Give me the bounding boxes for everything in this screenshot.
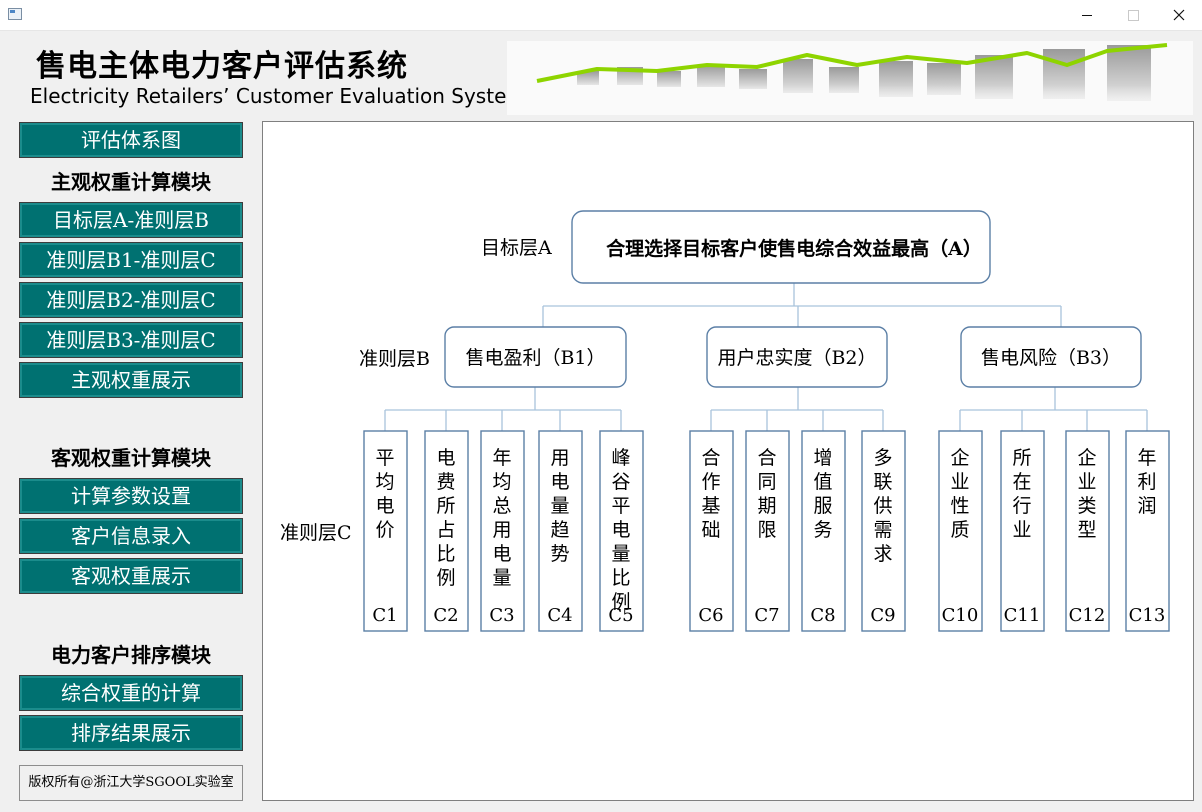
customer-info-entry-button[interactable]: 客户信息录入 bbox=[19, 518, 243, 554]
level-a-label: 目标层A bbox=[481, 237, 552, 259]
app-title-cn: 售电主体电力客户评估系统 bbox=[36, 49, 408, 84]
combined-weight-button[interactable]: 综合权重的计算 bbox=[19, 675, 243, 711]
indicator-code-c2: C2 bbox=[433, 605, 458, 626]
header: 售电主体电力客户评估系统 Electricity Retailers’ Cust… bbox=[0, 31, 1202, 115]
subjective-weight-display-button[interactable]: 主观权重展示 bbox=[19, 362, 243, 398]
indicator-code-c4: C4 bbox=[547, 605, 572, 626]
objective-weight-display-button[interactable]: 客观权重展示 bbox=[19, 558, 243, 594]
calc-params-button[interactable]: 计算参数设置 bbox=[19, 478, 243, 514]
indicator-text-c4: 用电量趋势 bbox=[550, 447, 569, 565]
indicator-code-c11: C11 bbox=[1004, 605, 1041, 626]
indicator-code-c6: C6 bbox=[698, 605, 723, 626]
indicator-code-c5: C5 bbox=[608, 605, 633, 626]
minimize-icon[interactable] bbox=[1064, 0, 1110, 30]
criterion-label-b2: 用户忠实度（B2） bbox=[717, 347, 876, 369]
app-title-en: Electricity Retailers’ Customer Evaluati… bbox=[30, 84, 526, 108]
level-b-label: 准则层B bbox=[359, 348, 430, 370]
subjective-section-title: 主观权重计算模块 bbox=[51, 170, 211, 194]
app-icon bbox=[8, 8, 22, 20]
copyright-notice: 版权所有@浙江大学SGOOL实验室 bbox=[19, 765, 243, 801]
ranking-section-title: 电力客户排序模块 bbox=[51, 643, 211, 667]
main-panel: 合理选择目标客户使售电综合效益最高（A） 售电盈利（B1） 平均电价 C1 电费所占比例… bbox=[262, 121, 1194, 801]
banner-image bbox=[507, 41, 1193, 115]
subjective-b1-c-button[interactable]: 准则层B1-准则层C bbox=[19, 242, 243, 278]
goal-label: 合理选择目标客户使售电综合效益最高（A） bbox=[606, 237, 982, 260]
indicator-code-c10: C10 bbox=[942, 605, 979, 626]
indicator-code-c12: C12 bbox=[1069, 605, 1106, 626]
subjective-b3-c-button[interactable]: 准则层B3-准则层C bbox=[19, 322, 243, 358]
close-icon[interactable] bbox=[1156, 0, 1202, 30]
level-c-label: 准则层C bbox=[280, 522, 352, 544]
indicator-text-c9: 多联供需求 bbox=[873, 447, 892, 565]
indicator-code-c8: C8 bbox=[810, 605, 835, 626]
indicator-code-c13: C13 bbox=[1129, 605, 1166, 626]
subjective-b2-c-button[interactable]: 准则层B2-准则层C bbox=[19, 282, 243, 318]
objective-section-title: 客观权重计算模块 bbox=[51, 446, 211, 470]
hierarchy-diagram: 合理选择目标客户使售电综合效益最高（A）售电盈利（B1）平均电价C1电费所占比例… bbox=[280, 210, 1170, 632]
criterion-label-b3: 售电风险（B3） bbox=[981, 347, 1121, 369]
indicator-code-c3: C3 bbox=[489, 605, 514, 626]
indicator-code-c7: C7 bbox=[754, 605, 779, 626]
indicator-text-c13: 年利润 bbox=[1137, 447, 1156, 517]
maximize-icon[interactable] bbox=[1110, 0, 1156, 30]
eval-system-button[interactable]: 评估体系图 bbox=[19, 122, 243, 158]
indicator-code-c1: C1 bbox=[372, 605, 397, 626]
subjective-a-b-button[interactable]: 目标层A-准则层B bbox=[19, 202, 243, 238]
ranking-result-button[interactable]: 排序结果展示 bbox=[19, 715, 243, 751]
criterion-label-b1: 售电盈利（B1） bbox=[465, 347, 605, 369]
indicator-code-c9: C9 bbox=[870, 605, 895, 626]
window-titlebar bbox=[0, 0, 1202, 31]
indicator-text-c5: 峰谷平电量比例 bbox=[611, 447, 630, 613]
